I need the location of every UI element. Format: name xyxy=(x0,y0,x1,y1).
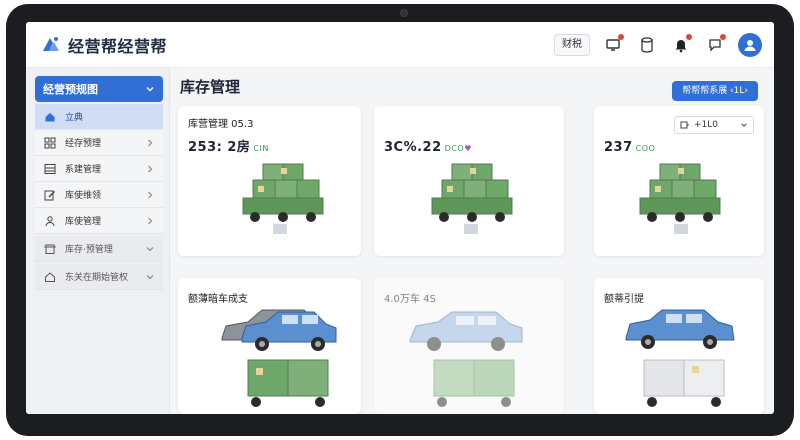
sidebar-item-label: 经存预理 xyxy=(65,139,102,149)
card-metric-suffix-2: ♥ xyxy=(464,144,472,153)
card-metric-value: 3C%.22 xyxy=(384,140,442,155)
bell-icon[interactable] xyxy=(670,34,692,56)
header-button[interactable]: 财税 xyxy=(554,34,590,56)
car-illustration xyxy=(625,309,735,349)
sidebar-item-label: 东关在期始管权 xyxy=(65,273,129,283)
sidebar-item-inventory[interactable]: 经存预理 xyxy=(35,130,163,156)
home-icon xyxy=(43,110,57,124)
card-metric: 3C%.22 DCO♥ xyxy=(384,140,472,155)
card-metric: 253: 2房 CIN xyxy=(188,136,269,155)
list-icon xyxy=(43,162,57,176)
car-illustration xyxy=(221,309,337,351)
page-title: 库存管理 xyxy=(180,78,241,96)
card-metric-suffix: DCO xyxy=(444,144,465,153)
logo-text: 经营帮经营帮 xyxy=(68,37,168,56)
card-metric-value: 237 xyxy=(604,140,633,155)
house-icon xyxy=(43,270,57,284)
header-actions: 财税 xyxy=(554,30,762,60)
sidebar-item-system[interactable]: 系建管理 xyxy=(35,156,163,182)
notification-dot xyxy=(618,34,624,40)
chevron-down-icon xyxy=(146,274,154,279)
grid-icon xyxy=(43,136,57,150)
card-metric: 237 COO xyxy=(604,140,655,155)
sidebar-item-label: 系建管理 xyxy=(65,165,102,175)
card-title: 额蒂引提 xyxy=(604,294,644,305)
chat-icon[interactable] xyxy=(704,34,726,56)
sidebar-item-label: 库使维领 xyxy=(65,191,102,201)
inventory-card[interactable]: +1L0 237 COO xyxy=(594,106,764,256)
sidebar-item-label: 库存·预管理 xyxy=(65,245,113,255)
screen: 经营帮经营帮 财税 经营预规图 立典 经存预理 系建管理 库使维领 库使管理 库… xyxy=(26,22,774,414)
user-icon xyxy=(43,214,57,228)
inventory-card[interactable]: 3C%.22 DCO♥ xyxy=(374,106,564,256)
sidebar: 经营预规图 立典 经存预理 系建管理 库使维领 库使管理 库存·预管理 东关在期… xyxy=(26,68,170,414)
inventory-card[interactable]: 库营管理 05.3 253: 2房 CIN xyxy=(178,106,361,256)
vehicle-card[interactable]: 4.0万车 4S xyxy=(374,278,564,414)
truck-boxes-illustration xyxy=(639,163,721,234)
main-content: 库存管理 帮帮帮系展 ‹1L› 库营管理 05.3 253: 2房 CIN 3C… xyxy=(170,68,774,414)
sidebar-item-other[interactable]: 东关在期始管权 xyxy=(35,264,163,290)
chevron-right-icon xyxy=(148,191,153,198)
vehicle-card[interactable]: 额薄暗车成支 xyxy=(178,278,361,414)
edit-icon xyxy=(43,188,57,202)
sidebar-item-home[interactable]: 立典 xyxy=(35,104,163,130)
logo-icon xyxy=(43,37,59,51)
user-avatar-icon[interactable] xyxy=(738,33,762,57)
cylinder-icon[interactable] xyxy=(636,34,658,56)
sidebar-item-label: 库使管理 xyxy=(65,217,102,227)
logo[interactable]: 经营帮经营帮 xyxy=(40,34,167,56)
card-title: 库营管理 05.3 xyxy=(188,119,254,130)
boxes-illustration xyxy=(433,359,515,407)
sidebar-item-manage[interactable]: 库使管理 xyxy=(35,208,163,234)
card-title: 额薄暗车成支 xyxy=(188,294,248,305)
vehicle-card[interactable]: 额蒂引提 xyxy=(594,278,764,414)
truck-boxes-illustration xyxy=(431,163,513,234)
sidebar-item-stock-plan[interactable]: 库存·预管理 xyxy=(35,236,163,262)
primary-action-button[interactable]: 帮帮帮系展 ‹1L› xyxy=(672,81,758,101)
card-dropdown-value: +1L0 xyxy=(694,120,719,130)
card-metric-suffix: CIN xyxy=(253,144,269,153)
chevron-right-icon xyxy=(148,139,153,146)
camera-icon xyxy=(400,9,408,17)
card-metric-value: 253: 2房 xyxy=(188,140,251,155)
shop-icon xyxy=(43,242,57,256)
notification-dot xyxy=(686,34,692,40)
sidebar-item-maintain[interactable]: 库使维领 xyxy=(35,182,163,208)
chevron-down-icon xyxy=(146,246,154,251)
car-illustration xyxy=(409,311,523,351)
boxes-illustration xyxy=(643,359,725,407)
top-header: 经营帮经营帮 财税 xyxy=(26,22,774,68)
sidebar-item-label: 立典 xyxy=(65,113,84,123)
sidebar-header[interactable]: 经营预规图 xyxy=(35,76,163,102)
filter-icon xyxy=(680,121,689,129)
monitor-icon[interactable] xyxy=(602,34,624,56)
card-metric-suffix: COO xyxy=(635,144,656,153)
sidebar-header-label: 经营预规图 xyxy=(43,83,98,96)
sidebar-menu: 立典 经存预理 系建管理 库使维领 库使管理 库存·预管理 东关在期始管权 xyxy=(35,104,163,290)
card-title: 4.0万车 4S xyxy=(384,294,436,305)
notification-dot xyxy=(720,34,726,40)
card-dropdown[interactable]: +1L0 xyxy=(674,116,754,134)
chevron-down-icon xyxy=(741,123,747,127)
truck-boxes-illustration xyxy=(242,163,324,234)
boxes-illustration xyxy=(247,359,329,407)
chevron-right-icon xyxy=(148,165,153,172)
chevron-right-icon xyxy=(148,217,153,224)
chevron-down-icon xyxy=(146,87,154,92)
